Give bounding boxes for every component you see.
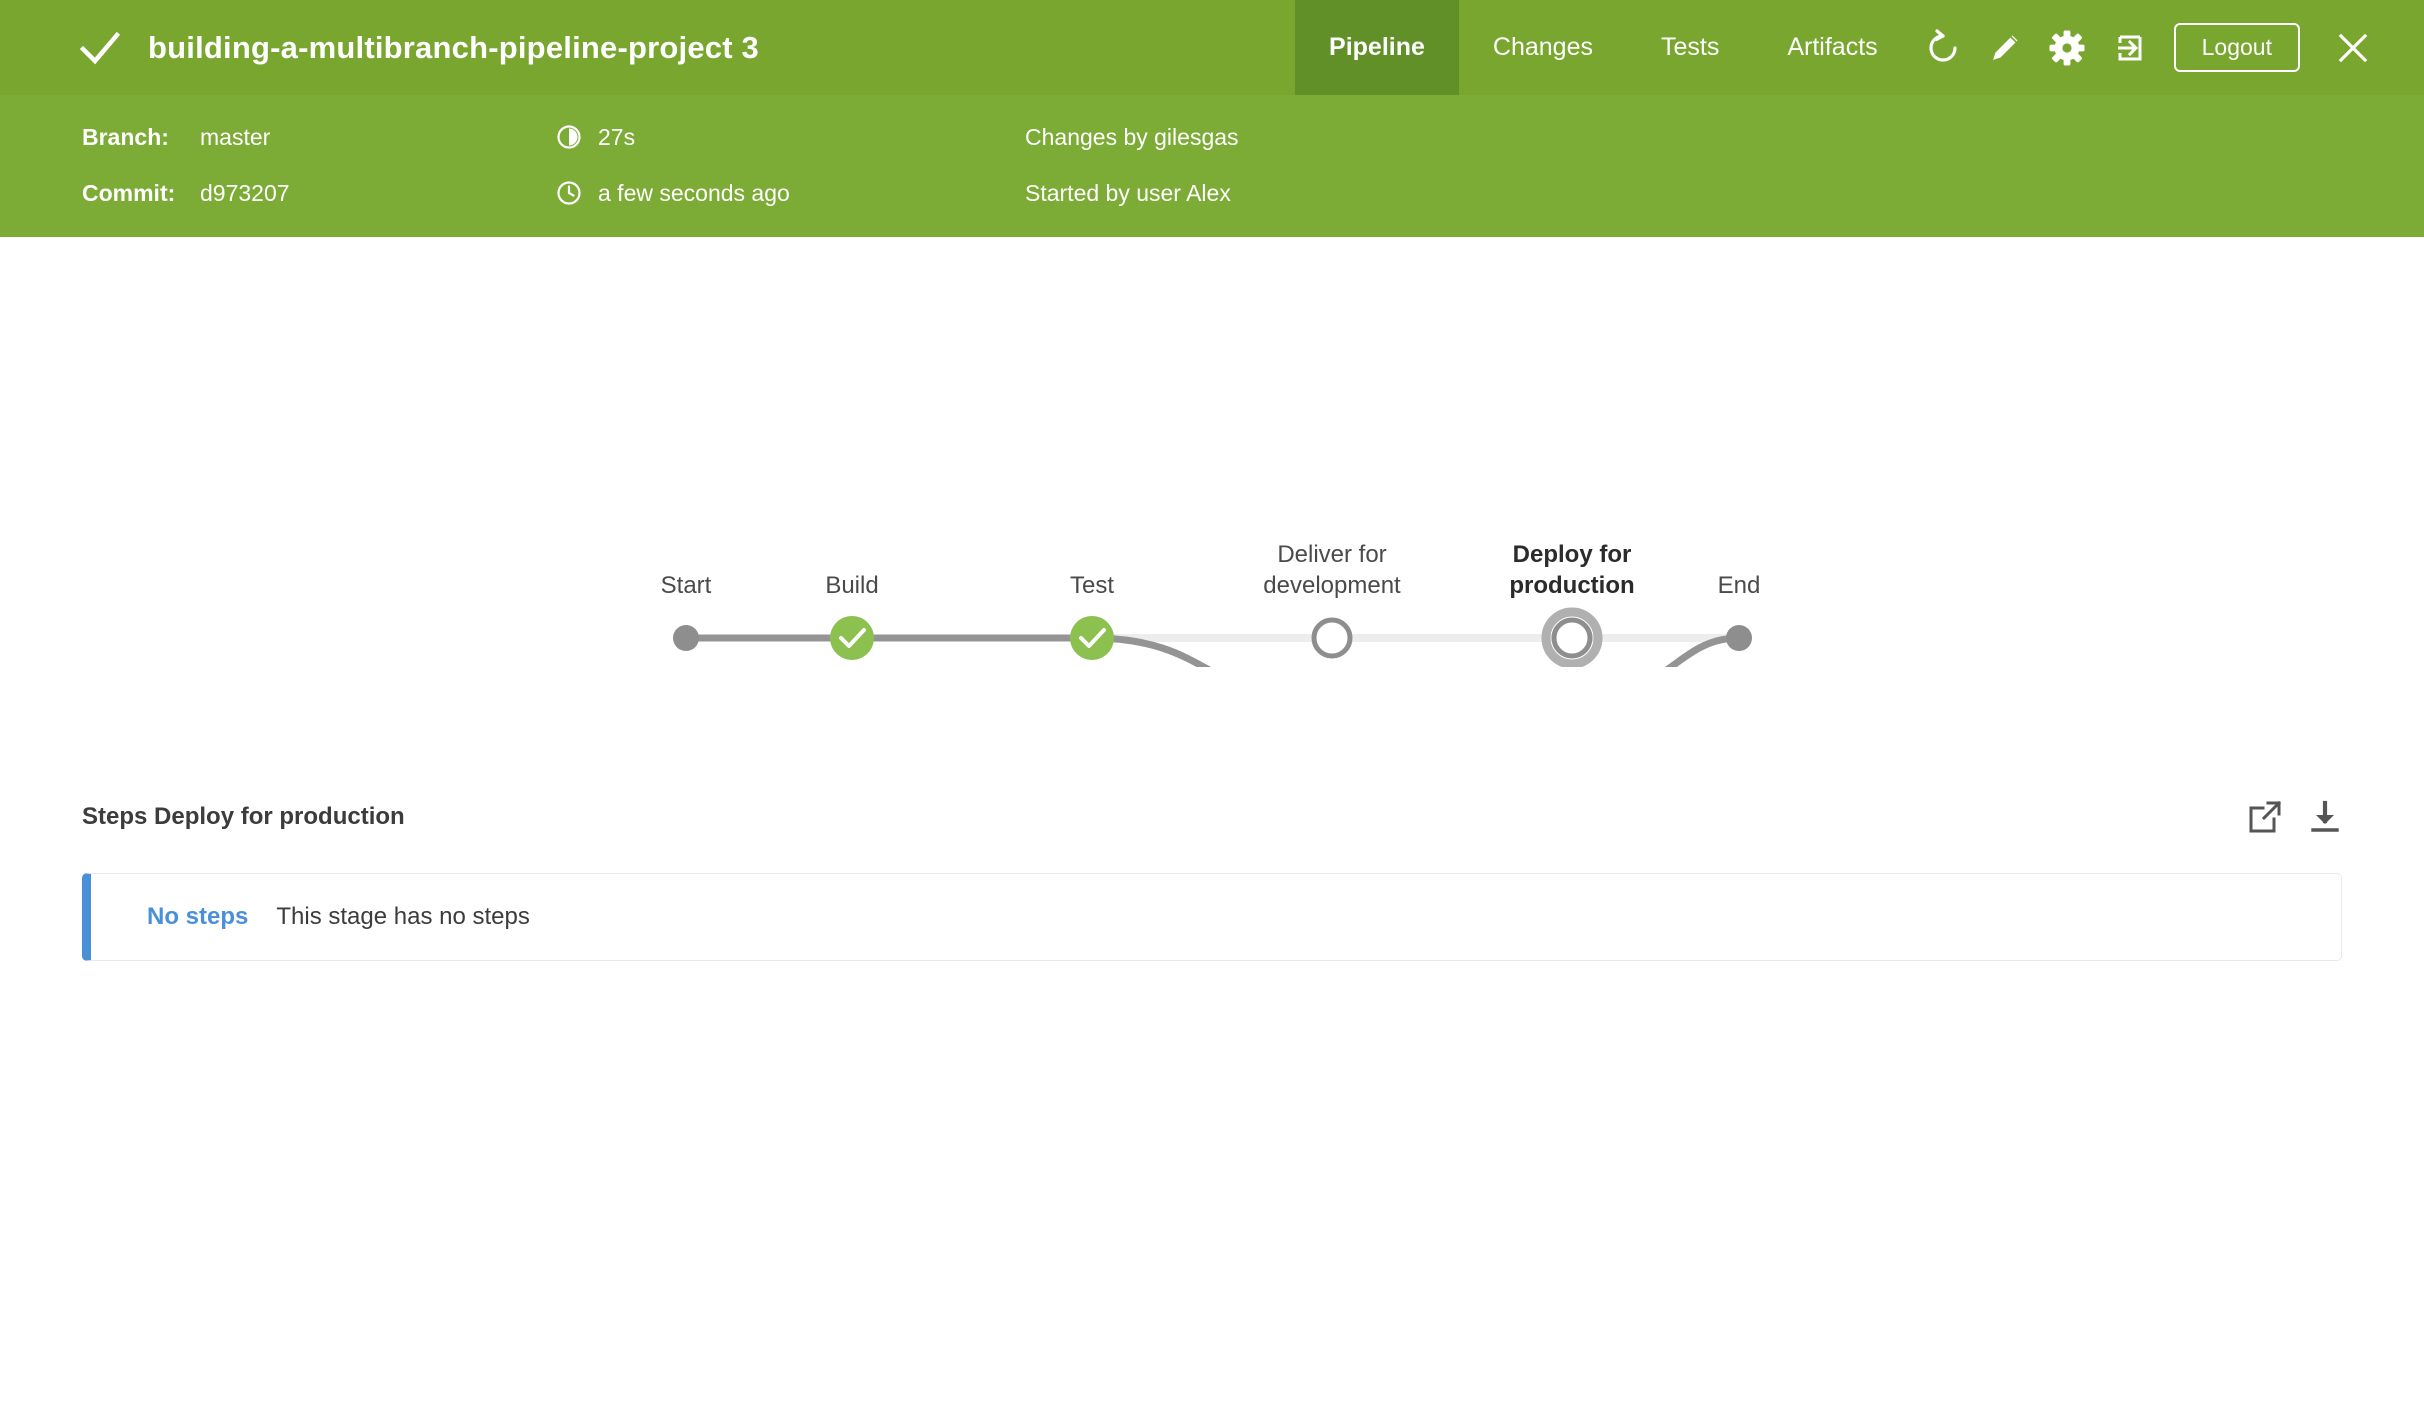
pipeline-edge-bypass <box>1088 634 1743 667</box>
download-icon[interactable] <box>2308 800 2342 834</box>
header-left: building-a-multibranch-pipeline-project … <box>0 0 759 95</box>
commit-row: Commit: d973207 <box>82 173 290 213</box>
pipeline-label-deploy-for-production[interactable]: Deploy for production <box>1457 540 1687 601</box>
header-actions: Logout <box>1912 0 2424 95</box>
run-meta-bar: Branch: master Commit: d973207 27s a few… <box>0 95 2424 237</box>
steps-header-actions <box>2248 787 2342 847</box>
login-button[interactable] <box>2098 17 2160 79</box>
meta-branch-commit: Branch: master Commit: d973207 <box>82 117 290 213</box>
branch-row: Branch: master <box>82 117 290 157</box>
pipeline-label-end: End <box>1717 572 1761 599</box>
header-tabs: Pipeline Changes Tests Artifacts <box>1295 0 1912 95</box>
meta-timing: 27s a few seconds ago <box>556 117 790 213</box>
timestamp-row: a few seconds ago <box>556 173 790 213</box>
gear-icon <box>2049 30 2085 65</box>
started-by-row: Started by user Alex <box>1025 173 1239 213</box>
meta-authors: Changes by gilesgas Started by user Alex <box>1025 117 1239 213</box>
pipeline-label-deliver-for-development[interactable]: Deliver for development <box>1217 540 1447 601</box>
edit-button[interactable] <box>1974 17 2036 79</box>
logout-button[interactable]: Logout <box>2173 23 2300 72</box>
edit-icon <box>1992 35 2018 60</box>
pipeline-graph: Start Build Test Deliver for development… <box>0 237 2424 667</box>
open-external-icon[interactable] <box>2248 800 2282 834</box>
pipeline-node-deliver-for-development[interactable] <box>1311 617 1353 659</box>
top-header: building-a-multibranch-pipeline-project … <box>0 0 2424 95</box>
commit-label: Commit: <box>82 179 176 206</box>
pipeline-node-end[interactable] <box>1726 625 1752 651</box>
steps-title: Steps Deploy for production <box>82 803 405 830</box>
close-button[interactable] <box>2322 17 2384 79</box>
no-steps-panel: No steps This stage has no steps <box>82 873 2342 961</box>
timestamp-value: a few seconds ago <box>598 179 790 206</box>
no-steps-label: No steps <box>147 903 249 930</box>
branch-value: master <box>200 123 271 150</box>
rerun-icon <box>1929 28 1957 62</box>
pipeline-node-build[interactable] <box>830 616 874 660</box>
steps-header: Steps Deploy for production <box>0 787 2424 847</box>
pipeline-label-test[interactable]: Test <box>1070 571 1114 602</box>
changes-by-value: Changes by gilesgas <box>1025 123 1239 150</box>
pipeline-label-build[interactable]: Build <box>825 571 878 602</box>
branch-label: Branch: <box>82 123 169 150</box>
settings-button[interactable] <box>2036 17 2098 79</box>
steps-section: Steps Deploy for production No steps Thi… <box>0 787 2424 961</box>
close-icon <box>2338 33 2368 62</box>
rerun-button[interactable] <box>1912 17 1974 79</box>
header-spacer <box>759 0 1295 95</box>
pipeline-node-test[interactable] <box>1070 616 1114 660</box>
no-steps-text: This stage has no steps <box>276 903 530 930</box>
tab-changes[interactable]: Changes <box>1459 0 1627 95</box>
clock-icon <box>557 181 581 205</box>
check-icon <box>79 31 121 64</box>
commit-value: d973207 <box>200 179 290 206</box>
duration-icon <box>557 125 581 149</box>
pipeline-node-deploy-for-production[interactable] <box>1541 607 1603 667</box>
page-title: building-a-multibranch-pipeline-project … <box>148 29 759 65</box>
started-by-value: Started by user Alex <box>1025 179 1231 206</box>
changes-by-row: Changes by gilesgas <box>1025 117 1239 157</box>
login-icon <box>2117 35 2142 60</box>
pipeline-graph-svg <box>673 607 1752 667</box>
pipeline-node-start[interactable] <box>673 625 699 651</box>
duration-value: 27s <box>598 123 636 150</box>
duration-row: 27s <box>556 117 790 157</box>
pipeline-label-start: Start <box>660 572 712 599</box>
tab-pipeline[interactable]: Pipeline <box>1295 0 1459 95</box>
tab-tests[interactable]: Tests <box>1627 0 1753 95</box>
tab-artifacts[interactable]: Artifacts <box>1753 0 1911 95</box>
